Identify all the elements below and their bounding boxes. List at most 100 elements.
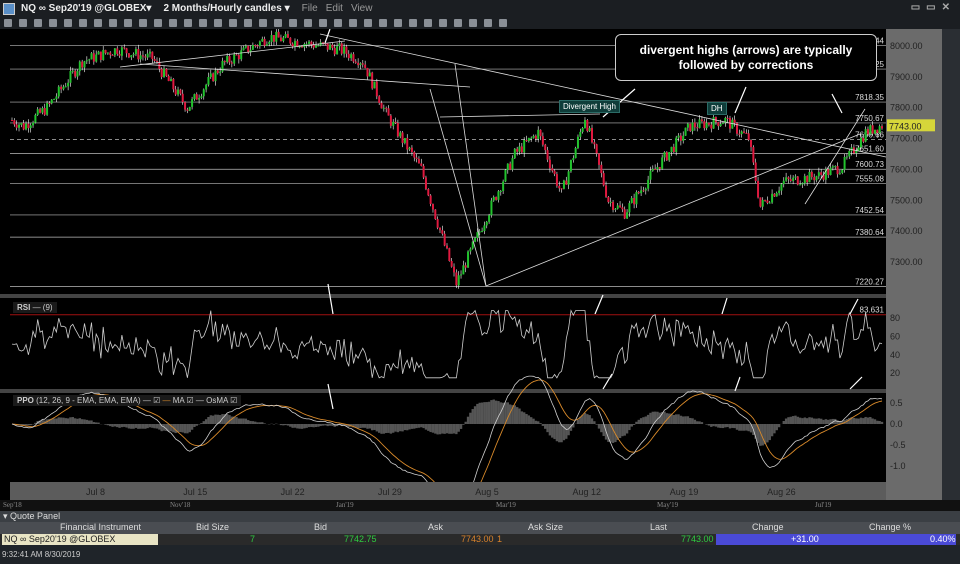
- toolbar-tool-icon[interactable]: [94, 19, 102, 27]
- candle: [352, 54, 355, 62]
- candle: [343, 46, 346, 54]
- toolbar-tool-icon[interactable]: [4, 19, 12, 27]
- toolbar-tool-icon[interactable]: [49, 19, 57, 27]
- candle: [123, 47, 126, 49]
- last-cell: 7743.00: [681, 534, 714, 544]
- candle: [864, 129, 867, 142]
- menu-file[interactable]: File: [302, 3, 318, 14]
- column-header[interactable]: Change %: [869, 522, 911, 534]
- toolbar-tool-icon[interactable]: [304, 19, 312, 27]
- candle: [191, 98, 194, 107]
- candle: [380, 102, 383, 109]
- column-header[interactable]: Last: [650, 522, 667, 534]
- toolbar-tool-icon[interactable]: [64, 19, 72, 27]
- candle: [15, 124, 18, 128]
- menu-edit[interactable]: Edit: [326, 3, 343, 14]
- column-header[interactable]: Financial Instrument: [60, 522, 141, 534]
- candle: [301, 46, 303, 48]
- time-navigator[interactable]: Sep'18 Nov'18 Jan'19 Mar'19 May'19 Jul'19: [0, 500, 960, 511]
- toolbar-tool-icon[interactable]: [349, 19, 357, 27]
- candle: [326, 43, 329, 50]
- toolbar-tool-icon[interactable]: [319, 19, 327, 27]
- toolbar-tool-icon[interactable]: [109, 19, 117, 27]
- candle: [651, 168, 654, 171]
- candle: [177, 89, 180, 95]
- toolbar-tool-icon[interactable]: [364, 19, 372, 27]
- toolbar-tool-icon[interactable]: [34, 19, 42, 27]
- column-header[interactable]: Ask: [428, 522, 443, 534]
- candle: [768, 202, 771, 204]
- window-controls[interactable]: ▭▭✕: [911, 2, 956, 13]
- candle: [750, 140, 753, 148]
- toolbar-tool-icon[interactable]: [19, 19, 27, 27]
- candle: [831, 166, 834, 168]
- candle: [726, 117, 729, 119]
- toolbar-tool-icon[interactable]: [229, 19, 237, 27]
- toolbar-tool-icon[interactable]: [124, 19, 132, 27]
- candle: [41, 108, 44, 113]
- candle: [859, 137, 862, 148]
- toolbar-tool-icon[interactable]: [424, 19, 432, 27]
- column-header[interactable]: Change: [752, 522, 784, 534]
- timeframe-selector[interactable]: 2 Months/Hourly candles ▾: [163, 3, 289, 14]
- candle: [534, 135, 537, 140]
- instrument-cell[interactable]: NQ ∞ Sep20'19 @GLOBEX: [2, 534, 158, 545]
- candle: [712, 117, 715, 129]
- toolbar-tool-icon[interactable]: [499, 19, 507, 27]
- toolbar-tool-icon[interactable]: [184, 19, 192, 27]
- candle: [361, 63, 364, 65]
- toolbar-tool-icon[interactable]: [214, 19, 222, 27]
- toolbar-tool-icon[interactable]: [289, 19, 297, 27]
- candle: [588, 127, 591, 132]
- candle: [574, 147, 577, 159]
- toolbar-tool-icon[interactable]: [439, 19, 447, 27]
- candle: [109, 52, 112, 55]
- column-header[interactable]: Ask Size: [528, 522, 563, 534]
- menu-view[interactable]: View: [351, 3, 373, 14]
- toolbar-tool-icon[interactable]: [154, 19, 162, 27]
- trendline: [139, 63, 471, 88]
- toolbar-tool-icon[interactable]: [79, 19, 87, 27]
- candle: [403, 137, 406, 143]
- trendline: [485, 133, 861, 287]
- candle: [752, 147, 755, 163]
- toolbar-tool-icon[interactable]: [394, 19, 402, 27]
- symbol-selector[interactable]: NQ ∞ Sep20'19 @GLOBEX▾: [21, 3, 151, 14]
- toolbar-tool-icon[interactable]: [139, 19, 147, 27]
- candle: [57, 86, 60, 97]
- quote-panel-header[interactable]: ▾ Quote Panel: [0, 511, 960, 522]
- toolbar-tool-icon[interactable]: [274, 19, 282, 27]
- toolbar-tool-icon[interactable]: [334, 19, 342, 27]
- toolbar-tool-icon[interactable]: [484, 19, 492, 27]
- candle: [658, 167, 661, 169]
- candle: [607, 196, 610, 203]
- toolbar-tool-icon[interactable]: [244, 19, 252, 27]
- candle: [216, 70, 219, 74]
- candle: [525, 140, 528, 142]
- candle: [696, 127, 699, 129]
- toolbar-tool-icon[interactable]: [169, 19, 177, 27]
- chart-area[interactable]: 8001.447925.257818.357750.677696.667651.…: [0, 29, 960, 500]
- divergence-arrow: [721, 297, 728, 315]
- toolbar-tool-icon[interactable]: [259, 19, 267, 27]
- toolbar-tool-icon[interactable]: [409, 19, 417, 27]
- candle: [841, 169, 844, 174]
- divergence-arrow: [734, 86, 747, 114]
- candle: [546, 150, 549, 160]
- candle: [490, 200, 493, 216]
- toolbar-tool-icon[interactable]: [469, 19, 477, 27]
- toolbar-tool-icon[interactable]: [379, 19, 387, 27]
- candle: [83, 61, 86, 68]
- column-header[interactable]: Bid: [314, 522, 327, 534]
- candle: [630, 197, 633, 204]
- toolbar-tool-icon[interactable]: [454, 19, 462, 27]
- candle: [277, 31, 280, 38]
- candle: [516, 148, 519, 152]
- candle: [689, 123, 692, 132]
- quote-row[interactable]: NQ ∞ Sep20'19 @GLOBEX 7 7742.75 7743.00 …: [0, 534, 960, 545]
- candle: [174, 89, 177, 95]
- candle: [193, 94, 196, 99]
- column-header[interactable]: Bid Size: [196, 522, 229, 534]
- toolbar-tool-icon[interactable]: [199, 19, 207, 27]
- candle: [761, 199, 764, 207]
